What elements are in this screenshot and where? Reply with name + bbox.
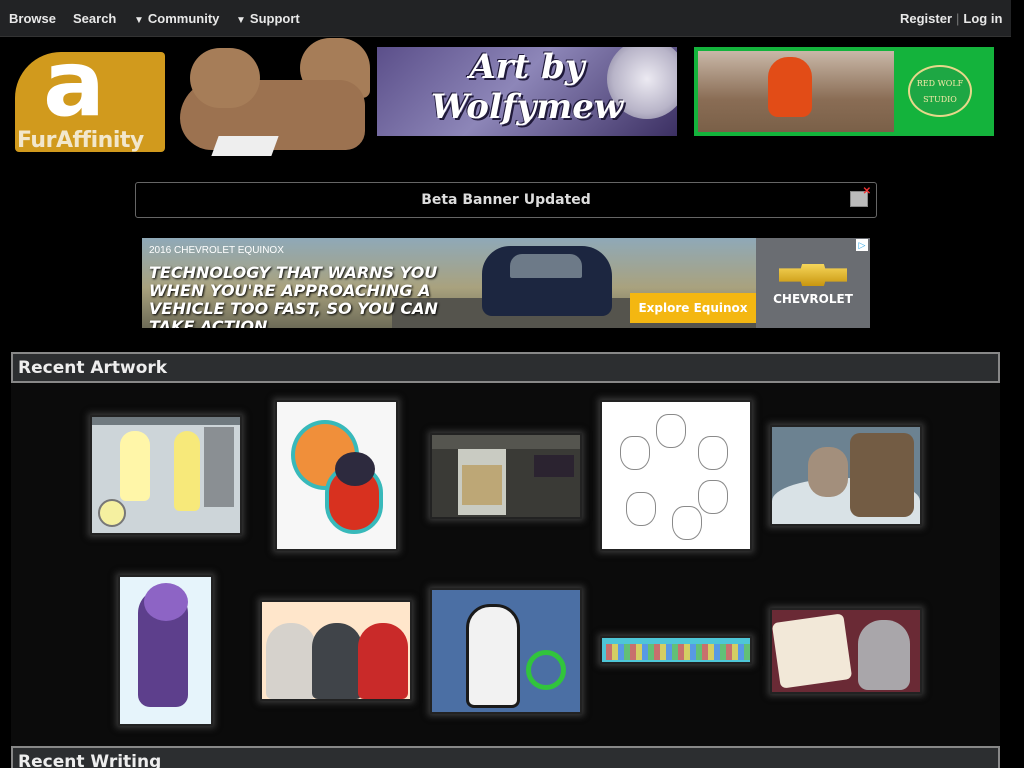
artwork-thumbnail[interactable]: [770, 608, 922, 694]
thumb-detail: [174, 431, 200, 511]
artwork-thumbnail[interactable]: [260, 600, 412, 701]
thumb-detail: [526, 650, 566, 690]
thumb-detail: [534, 455, 574, 477]
artist-banner[interactable]: Art by Wolfymew: [377, 47, 677, 136]
chevron-down-icon: ▼: [236, 15, 246, 26]
logo-text: FurAffinity: [17, 128, 144, 153]
thumb-detail: [808, 447, 848, 497]
artwork-thumbnail[interactable]: [430, 588, 582, 714]
thumb-detail: [98, 499, 126, 527]
section-header-recent-writing: Recent Writing: [11, 746, 1000, 768]
nav-browse[interactable]: Browse: [9, 11, 56, 26]
fox-fursuit: [768, 57, 812, 117]
thumb-detail: [120, 431, 150, 501]
artwork-thumbnail[interactable]: [275, 400, 398, 551]
thumb-detail: [358, 623, 408, 699]
mascot-book: [211, 136, 279, 156]
register-link[interactable]: Register: [900, 11, 952, 26]
thumb-detail: [606, 644, 750, 660]
thumb-detail: [850, 433, 914, 517]
thumb-detail: [656, 414, 686, 448]
nav-separator: |: [956, 11, 960, 26]
thumb-detail: [204, 427, 234, 507]
notice-text: Beta Banner Updated: [421, 192, 591, 208]
thumb-detail: [772, 613, 853, 689]
thumb-detail: [432, 435, 580, 449]
artwork-thumbnail[interactable]: [770, 425, 922, 526]
login-link[interactable]: Log in: [963, 11, 1002, 26]
nav-support-label: Support: [249, 11, 300, 26]
beta-notice: Beta Banner Updated: [135, 182, 877, 218]
ad-car-image: [482, 246, 612, 316]
chevrolet-bowtie-icon: [779, 264, 847, 286]
studio-seal-bottom: STUDIO: [923, 95, 957, 104]
studio-seal-top: RED WOLF: [916, 79, 964, 88]
thumb-detail: [144, 583, 188, 621]
artwork-thumbnail[interactable]: [600, 636, 752, 664]
banner-line-2: Wolfymew: [430, 87, 624, 127]
thumb-detail: [626, 492, 656, 526]
thumb-detail: [620, 436, 650, 470]
thumb-detail: [672, 506, 702, 540]
mascot-head: [190, 48, 260, 108]
artwork-thumbnail[interactable]: [600, 400, 752, 551]
artwork-thumbnail[interactable]: [118, 575, 213, 726]
artwork-thumbnail[interactable]: [90, 415, 242, 535]
section-title: Recent Artwork: [18, 358, 168, 378]
thumb-detail: [698, 480, 728, 514]
ad-brand: CHEVROLET: [773, 292, 853, 306]
fursuit-photo: [698, 51, 894, 132]
account-links: Register | Log in: [900, 11, 1002, 26]
ad-cta-button[interactable]: Explore Equinox: [630, 293, 756, 323]
thumb-detail: [466, 604, 520, 708]
artwork-thumbnail[interactable]: [430, 433, 582, 519]
thumb-detail: [858, 620, 910, 690]
studio-seal: RED WOLF STUDIO: [908, 65, 972, 117]
ad-model: 2016 CHEVROLET EQUINOX: [149, 245, 284, 256]
site-logo[interactable]: a FurAffinity: [15, 38, 375, 160]
thumb-detail: [312, 623, 362, 699]
close-icon[interactable]: [850, 186, 871, 207]
thumb-detail: [92, 417, 240, 425]
thumb-detail: [458, 449, 506, 515]
studio-banner[interactable]: RED WOLF STUDIO: [694, 47, 994, 136]
logo-glyph: a: [43, 30, 106, 137]
adchoices-icon[interactable]: ▷: [856, 239, 868, 251]
top-navigation: Browse Search ▼ Community ▼ Support Regist…: [0, 0, 1011, 37]
nav-community-label: Community: [147, 11, 220, 26]
nav-support[interactable]: ▼ Support: [236, 11, 300, 26]
section-header-recent-artwork: Recent Artwork: [11, 352, 1000, 383]
advertisement[interactable]: 2016 CHEVROLET EQUINOX TECHNOLOGY THAT W…: [142, 238, 870, 328]
nav-community[interactable]: ▼ Community: [134, 11, 219, 26]
thumb-detail: [335, 452, 375, 486]
ad-headline: TECHNOLOGY THAT WARNS YOU WHEN YOU'RE AP…: [149, 263, 438, 329]
thumb-detail: [266, 623, 316, 699]
chevron-down-icon: ▼: [134, 15, 144, 26]
ad-brand-panel: CHEVROLET: [756, 238, 870, 328]
thumb-detail: [698, 436, 728, 470]
nav-search[interactable]: Search: [73, 11, 116, 26]
section-title: Recent Writing: [18, 752, 162, 768]
banner-line-1: Art by: [469, 47, 585, 87]
